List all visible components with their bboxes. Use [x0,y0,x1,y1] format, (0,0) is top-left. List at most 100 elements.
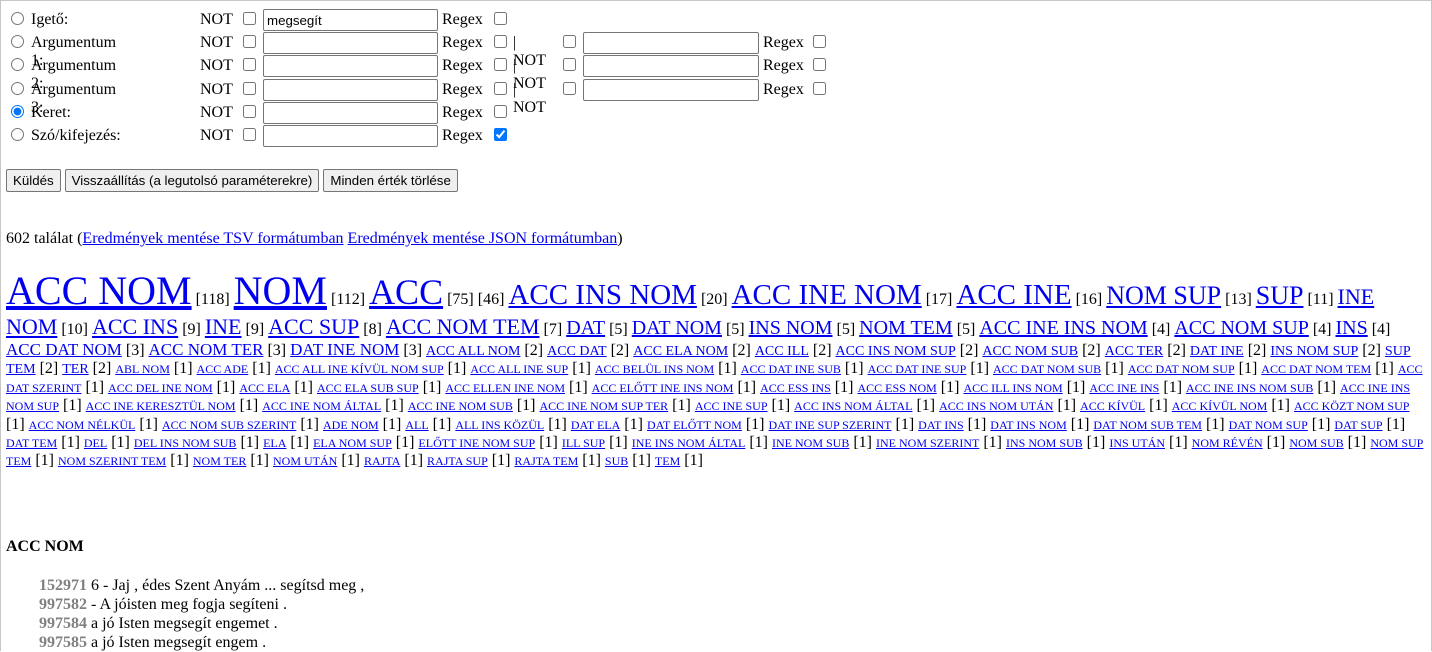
cloud-link[interactable]: DAT TEM [6,436,57,450]
cloud-link[interactable]: ACC INE NOM ÁLTAL [262,399,381,413]
cloud-link[interactable]: DAT SUP [1334,418,1382,432]
cloud-link[interactable]: NOM SZERINT TEM [58,454,166,468]
not-checkbox[interactable] [243,127,256,141]
cloud-link[interactable]: ACC DAT NOM SUB [993,362,1101,376]
cloud-link[interactable]: ACC NOM SUB SZERINT [162,418,296,432]
second-not-checkbox[interactable] [563,35,576,49]
cloud-link[interactable]: RAJTA SUP [427,454,488,468]
field-radio[interactable] [11,35,24,49]
cloud-link[interactable]: DAT INE [1190,344,1244,359]
cloud-link[interactable]: ACC INS NOM [508,279,697,311]
cloud-link[interactable]: ACC ESS NOM [857,381,936,395]
second-not-checkbox[interactable] [563,81,576,95]
cloud-link[interactable]: ADE NOM [323,418,379,432]
field-input[interactable] [263,32,438,55]
cloud-link[interactable]: INS NOM SUP [1270,344,1358,359]
cloud-link[interactable]: ACC INE [956,279,1071,311]
cloud-link[interactable]: ACC ELA SUB SUP [317,381,419,395]
cloud-link[interactable]: ACC ALL NOM [426,344,520,359]
clear-button[interactable]: Minden érték törlése [323,169,458,192]
cloud-link[interactable]: ACC KÍVÜL [1080,399,1145,413]
cloud-link[interactable]: ELŐTT INE NOM SUP [418,436,535,450]
cloud-link[interactable]: ACC NOM NÉLKÜL [29,418,136,432]
field-radio[interactable] [11,104,24,118]
second-regex-checkbox[interactable] [813,35,826,49]
cloud-link[interactable]: SUB [605,454,628,468]
cloud-link[interactable]: ACC TER [1105,344,1163,359]
cloud-link[interactable]: DEL INS NOM SUB [134,436,237,450]
not-checkbox[interactable] [243,35,256,49]
cloud-link[interactable]: RAJTA [364,454,400,468]
regex-checkbox[interactable] [494,127,507,141]
cloud-link[interactable]: DAT NOM [632,317,722,339]
cloud-link[interactable]: ILL SUP [562,436,605,450]
field-radio[interactable] [11,127,24,141]
cloud-link[interactable]: ELA NOM SUP [313,436,392,450]
cloud-link[interactable]: DAT INE SUP SZERINT [769,418,892,432]
cloud-link[interactable]: INE INS NOM ÁLTAL [632,436,746,450]
cloud-link[interactable]: ACC ESS INS [760,381,831,395]
not-checkbox[interactable] [243,104,256,118]
cloud-link[interactable]: DAT NOM SUB TEM [1093,418,1202,432]
cloud-link[interactable]: INE [205,314,242,339]
second-not-checkbox[interactable] [563,58,576,72]
save-tsv-link[interactable]: Eredmények mentése TSV formátumban [82,230,343,247]
cloud-link[interactable]: ACC ALL INE KÍVÜL NOM SUP [275,362,444,376]
cloud-link[interactable]: ACC INE NOM [732,279,922,311]
cloud-link[interactable]: ACC KÍVÜL NOM [1172,399,1268,413]
cloud-link[interactable]: ACC NOM [6,268,192,313]
cloud-link[interactable]: ACC SUP [268,314,359,339]
cloud-link[interactable]: ACC INE NOM SUB [408,399,513,413]
field-radio[interactable] [11,58,24,72]
cloud-link[interactable]: ALL [405,418,428,432]
cloud-link[interactable]: ACC ELA [239,381,290,395]
cloud-link[interactable]: DAT ELŐTT NOM [647,418,742,432]
cloud-link[interactable]: INS [1335,317,1367,339]
cloud-link[interactable]: ACC KÖZT NOM SUP [1294,399,1409,413]
cloud-link[interactable]: ALL INS KÖZÜL [455,418,544,432]
restore-button[interactable]: Visszaállítás (a legutolsó paraméterekre… [64,169,320,192]
cloud-link[interactable]: ACC INE INS [1089,381,1159,395]
cloud-link[interactable]: ACC DAT INE SUP [868,362,967,376]
cloud-link[interactable]: ACC INS [92,314,178,339]
cloud-link[interactable]: INS NOM SUB [1006,436,1083,450]
cloud-link[interactable]: TER [62,362,88,377]
cloud-link[interactable]: ABL NOM [115,362,170,376]
cloud-link[interactable]: ACC DAT NOM SUP [1128,362,1235,376]
cloud-link[interactable]: ACC BELÜL INS NOM [595,362,714,376]
cloud-link[interactable]: NOM [234,268,327,313]
cloud-link[interactable]: ACC ILL INS NOM [963,381,1062,395]
cloud-link[interactable]: ACC NOM TEM [386,314,540,339]
cloud-link[interactable]: ACC DAT NOM TEM [1261,362,1371,376]
cloud-link[interactable]: ACC NOM TER [149,340,264,359]
second-field-input[interactable] [583,78,759,101]
not-checkbox[interactable] [243,58,256,72]
not-checkbox[interactable] [243,81,256,95]
cloud-link[interactable]: ACC INE INS NOM [979,317,1147,339]
cloud-link[interactable]: ACC NOM SUP [1174,317,1308,339]
regex-checkbox[interactable] [494,58,507,72]
cloud-link[interactable]: NOM TEM [859,317,953,339]
cloud-link[interactable]: DAT [566,317,605,339]
cloud-link[interactable]: DAT ELA [571,418,620,432]
field-input[interactable] [263,9,438,31]
not-checkbox[interactable] [243,12,256,25]
cloud-link[interactable]: NOM TER [193,454,246,468]
cloud-link[interactable]: ACC INE INS NOM SUB [1186,381,1313,395]
cloud-link[interactable]: ACC [369,272,443,312]
cloud-link[interactable]: ACC INE SUP [695,399,768,413]
cloud-link[interactable]: ACC ELA NOM [633,344,728,359]
cloud-link[interactable]: ACC DAT NOM [6,340,122,359]
field-input[interactable] [263,101,438,124]
cloud-link[interactable]: ACC INE KERESZTÜL NOM [86,399,236,413]
save-json-link[interactable]: Eredmények mentése JSON formátumban [348,230,618,247]
cloud-link[interactable]: INE NOM SUB [772,436,849,450]
regex-checkbox[interactable] [494,104,507,118]
field-radio[interactable] [11,81,24,95]
cloud-link[interactable]: INE NOM SZERINT [876,436,979,450]
cloud-link[interactable]: ACC INS NOM SUP [836,344,956,359]
cloud-link[interactable]: NOM UTÁN [273,454,337,468]
submit-button[interactable]: Küldés [6,169,61,192]
cloud-link[interactable]: ACC ELŐTT INE INS NOM [592,381,734,395]
cloud-link[interactable]: TEM [655,454,680,468]
